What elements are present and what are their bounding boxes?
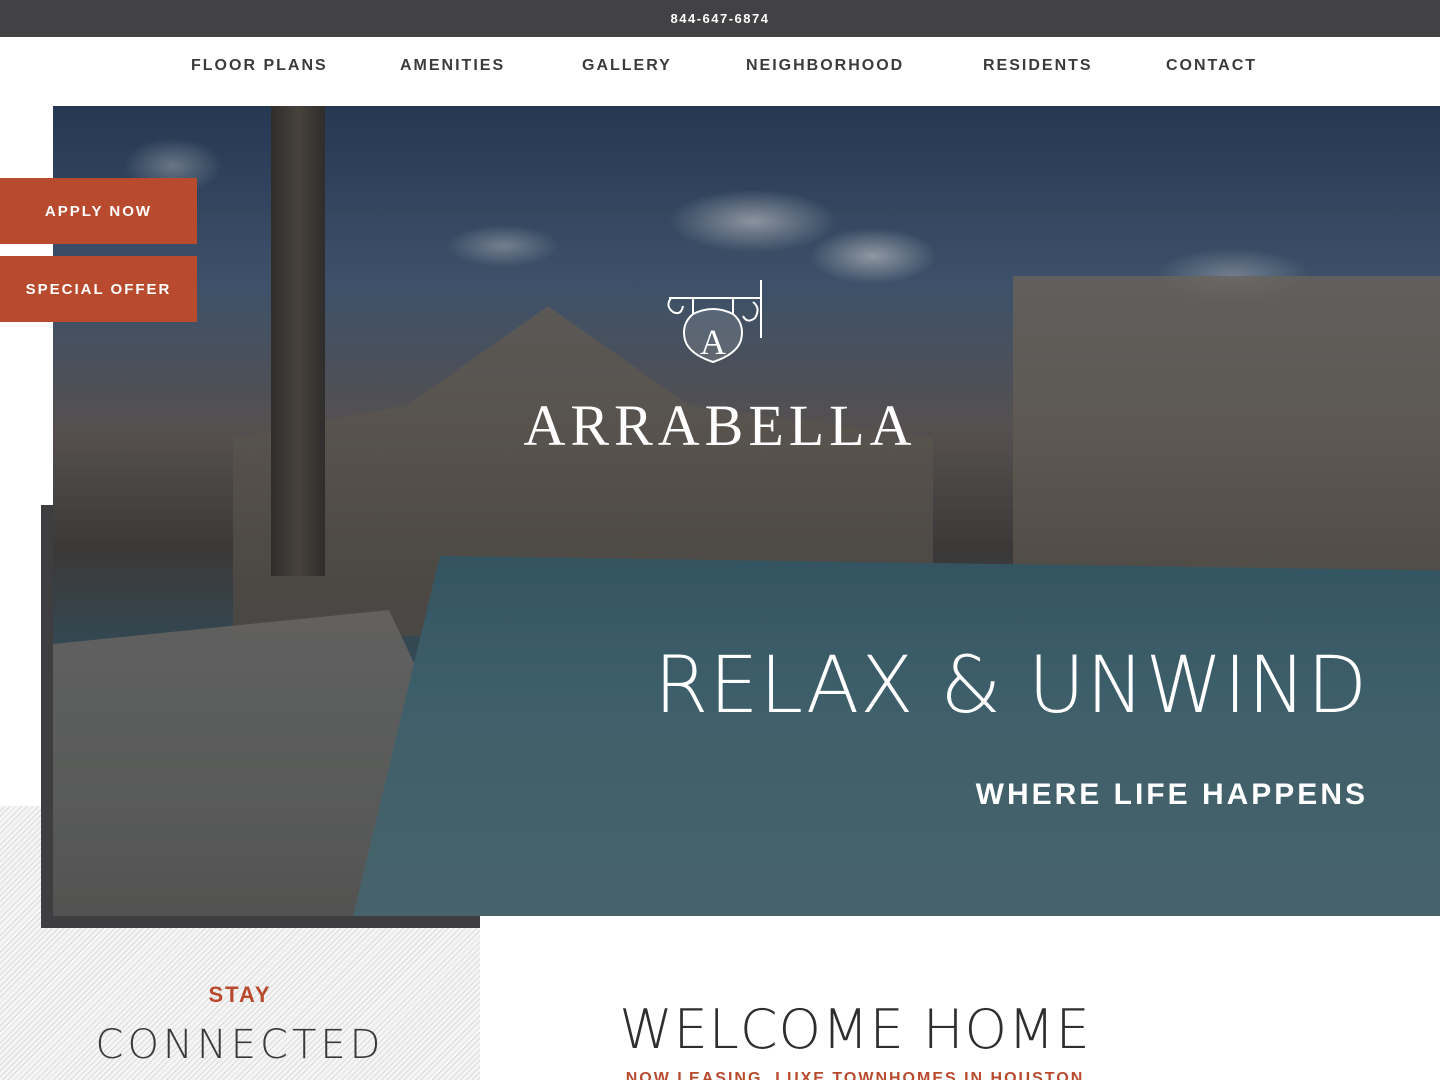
stay-label: STAY (208, 982, 272, 1007)
main-nav: FLOOR PLANS AMENITIES GALLERY NEIGHBORHO… (0, 37, 1440, 106)
hanging-sign-monogram-icon: A (667, 280, 762, 364)
hero-headline: RELAX & UNWIND (654, 641, 1368, 731)
welcome-subtitle: NOW LEASING, LUXE TOWNHOMES IN HOUSTON (625, 1070, 1085, 1080)
welcome-title: WELCOME HOME (619, 998, 1091, 1061)
special-offer-button[interactable]: SPECIAL OFFER (0, 256, 197, 322)
hero-banner: A ARRABELLA RELAX & UNWIND WHERE LIFE HA… (53, 106, 1440, 916)
nav-amenities[interactable]: AMENITIES (400, 57, 505, 75)
top-bar: 844-647-6874 (0, 0, 1440, 37)
phone-link[interactable]: 844-647-6874 (671, 11, 770, 26)
nav-contact[interactable]: CONTACT (1166, 57, 1257, 75)
brand-name: ARRABELLA (523, 393, 917, 458)
nav-gallery[interactable]: GALLERY (582, 57, 672, 75)
apply-now-button[interactable]: APPLY NOW (0, 178, 197, 244)
hero-tagline: WHERE LIFE HAPPENS (975, 778, 1368, 811)
logo-monogram: A (700, 322, 726, 362)
nav-floor-plans[interactable]: FLOOR PLANS (191, 57, 328, 75)
nav-residents[interactable]: RESIDENTS (983, 57, 1093, 75)
nav-neighborhood[interactable]: NEIGHBORHOOD (746, 57, 904, 75)
stay-connected-title: CONNECTED (95, 1022, 385, 1068)
